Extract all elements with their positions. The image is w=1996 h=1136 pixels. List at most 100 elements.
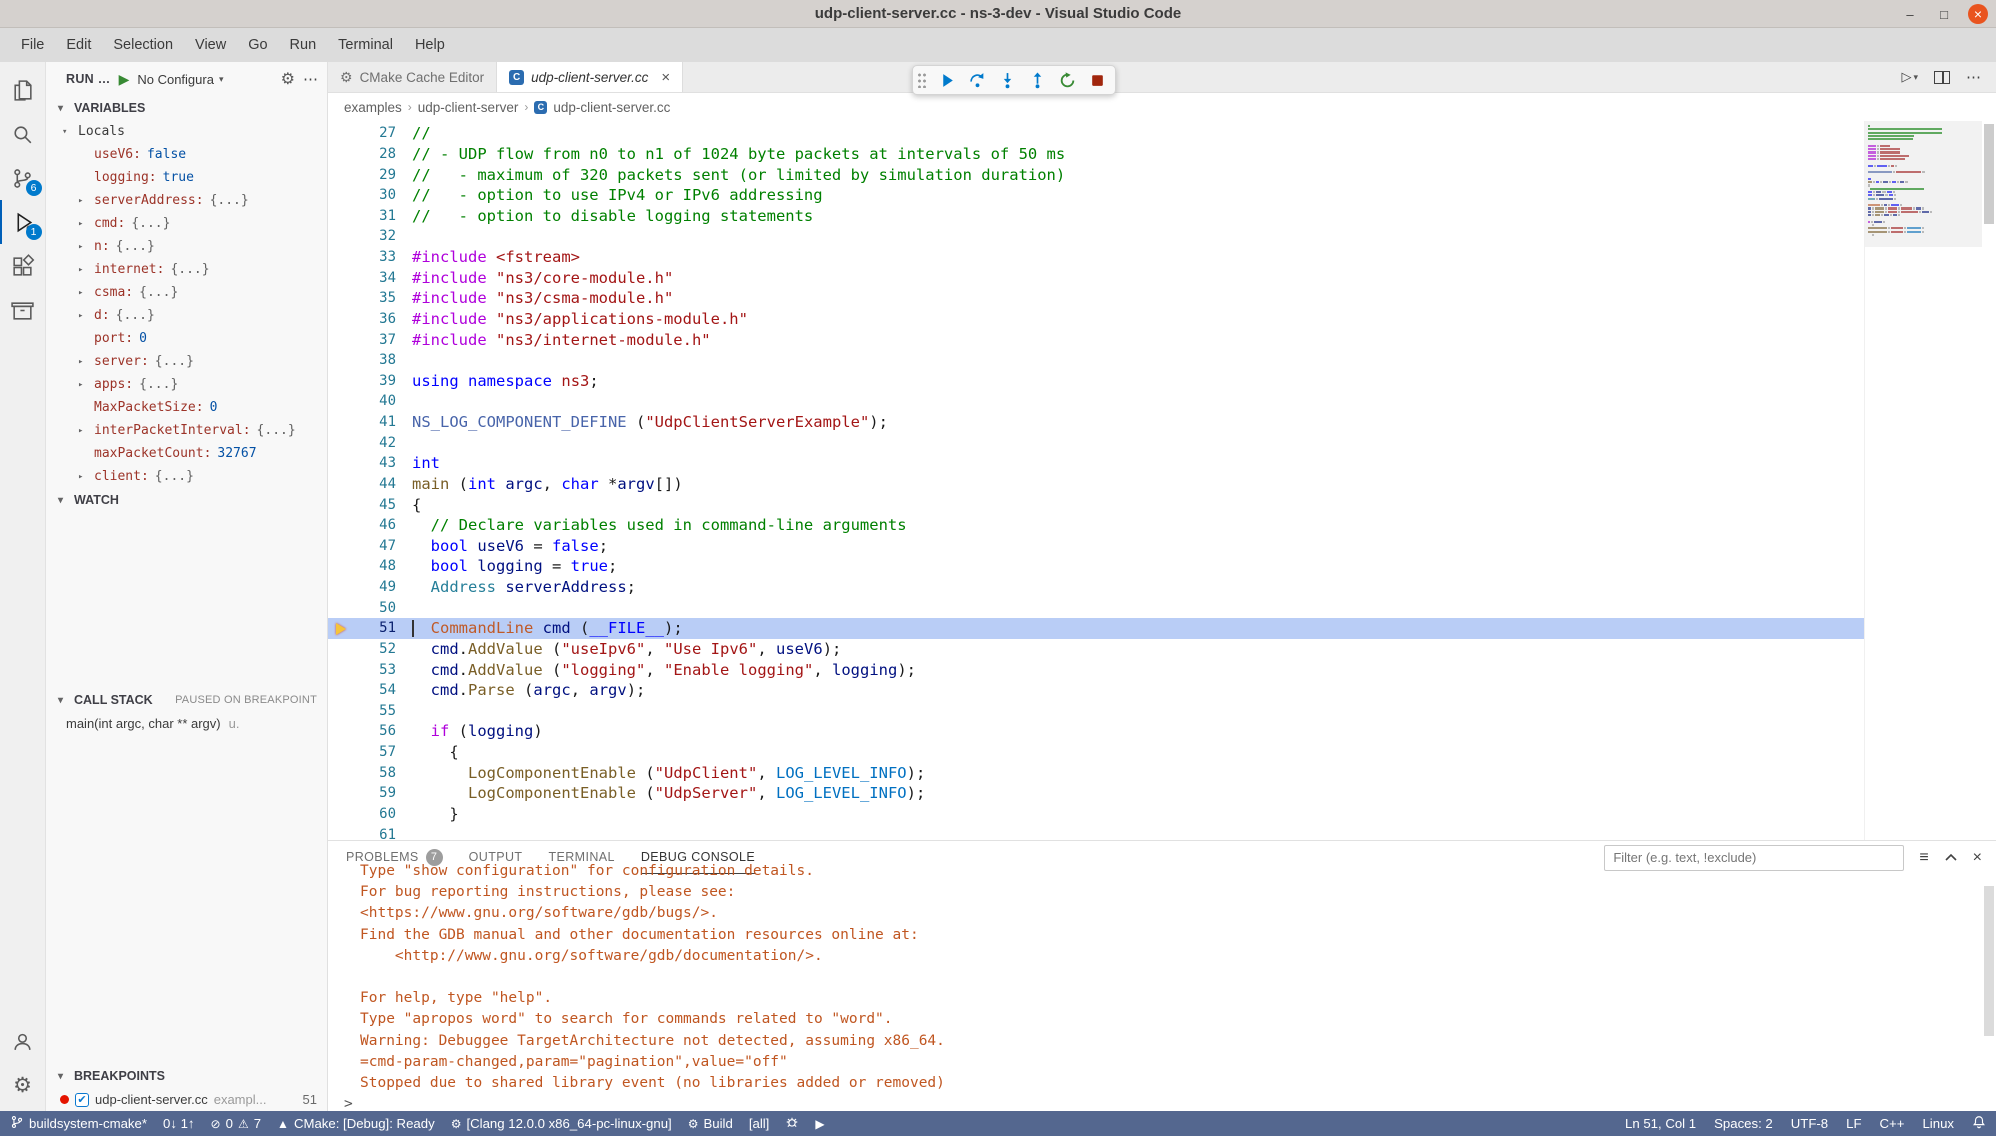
variable-row[interactable]: ▸interPacketInterval:{...} (46, 419, 327, 442)
tab-udp-client-server-cc[interactable]: Cudp-client-server.cc× (497, 62, 683, 92)
breakpoint-gutter[interactable] (328, 474, 354, 495)
line-number[interactable]: 38 (354, 352, 396, 368)
start-debug-icon[interactable]: ▶ (119, 71, 130, 88)
code-line[interactable]: 49 Address serverAddress; (328, 577, 1864, 598)
breakpoint-gutter[interactable] (328, 309, 354, 330)
watch-section-header[interactable]: ▾ WATCH (46, 488, 327, 512)
code-line[interactable]: 27// (328, 123, 1864, 144)
cursor-position-status[interactable]: Ln 51, Col 1 (1625, 1116, 1696, 1131)
code-line[interactable]: 28// - UDP flow from n0 to n1 of 1024 by… (328, 144, 1864, 165)
line-number[interactable]: 29 (354, 167, 396, 183)
maximize-button[interactable]: □ (1934, 4, 1954, 24)
code-line[interactable]: 40 (328, 391, 1864, 412)
cmake-run-button[interactable]: ▶ (815, 1117, 824, 1131)
variable-row[interactable]: ▸internet:{...} (46, 258, 327, 281)
more-editor-actions-icon[interactable]: ⋯ (1966, 68, 1982, 86)
code-line[interactable]: 30// - option to use IPv4 or IPv6 addres… (328, 185, 1864, 206)
breakpoint-gutter[interactable] (328, 247, 354, 268)
variable-row[interactable]: ▸server:{...} (46, 350, 327, 373)
menu-file[interactable]: File (10, 33, 55, 57)
debug-console-output[interactable]: Type "show configuration" for configurat… (328, 861, 1996, 1111)
code-line[interactable]: 29// - maximum of 320 packets sent (or l… (328, 164, 1864, 185)
cmake-build-button[interactable]: ⚙Build (688, 1116, 733, 1131)
tab-cmake-cache-editor[interactable]: ⚙CMake Cache Editor (328, 62, 497, 92)
line-number[interactable]: 56 (354, 723, 396, 739)
line-number[interactable]: 54 (354, 682, 396, 698)
menu-terminal[interactable]: Terminal (327, 33, 404, 57)
variables-section-header[interactable]: ▾ VARIABLES (46, 96, 327, 120)
code-line[interactable]: 57 { (328, 742, 1864, 763)
variable-row[interactable]: ▸apps:{...} (46, 373, 327, 396)
scope-locals[interactable]: ▾ Locals (46, 120, 327, 143)
code-line[interactable]: 50 (328, 597, 1864, 618)
variable-row[interactable]: maxPacketCount:32767 (46, 442, 327, 465)
cmake-debug-button[interactable] (785, 1115, 799, 1132)
breakpoint-gutter[interactable] (328, 432, 354, 453)
line-number[interactable]: 50 (354, 600, 396, 616)
explorer-icon[interactable] (0, 68, 46, 112)
breakpoint-gutter[interactable] (328, 804, 354, 825)
breakpoint-gutter[interactable] (328, 206, 354, 227)
code-line[interactable]: 59 LogComponentEnable ("UdpServer", LOG_… (328, 783, 1864, 804)
code-line[interactable]: 31// - option to disable logging stateme… (328, 206, 1864, 227)
scrollbar-thumb[interactable] (1984, 124, 1994, 224)
line-number[interactable]: 36 (354, 311, 396, 327)
code-line[interactable]: 38 (328, 350, 1864, 371)
breakpoint-gutter[interactable] (328, 597, 354, 618)
breakpoint-gutter[interactable] (328, 618, 354, 639)
console-prompt[interactable]: > (344, 1094, 1996, 1111)
source-control-icon[interactable]: 6 (0, 156, 46, 200)
variable-row[interactable]: ▸client:{...} (46, 465, 327, 488)
code-line[interactable]: 55 (328, 701, 1864, 722)
line-number[interactable]: 37 (354, 332, 396, 348)
menu-help[interactable]: Help (404, 33, 456, 57)
panel-scrollbar-thumb[interactable] (1984, 886, 1994, 1036)
notifications-bell[interactable] (1972, 1115, 1986, 1132)
cmake-target-status[interactable]: [all] (749, 1116, 770, 1131)
code-line[interactable]: 48 bool logging = true; (328, 556, 1864, 577)
breakpoint-gutter[interactable] (328, 536, 354, 557)
breadcrumb-item[interactable]: udp-client-server (418, 100, 519, 115)
minimap-slider[interactable] (1865, 121, 1982, 247)
variable-row[interactable]: ▸csma:{...} (46, 281, 327, 304)
line-number[interactable]: 39 (354, 373, 396, 389)
editor-scrollbar[interactable] (1982, 121, 1996, 840)
configure-gear-icon[interactable]: ⚙ (281, 69, 295, 89)
code-line[interactable]: 43int (328, 453, 1864, 474)
breakpoint-gutter[interactable] (328, 556, 354, 577)
breakpoint-item[interactable]: ✔ udp-client-server.cc exampl... 51 (46, 1088, 327, 1111)
variable-row[interactable]: useV6:false (46, 143, 327, 166)
line-number[interactable]: 46 (354, 517, 396, 533)
breadcrumb-item[interactable]: examples (344, 100, 402, 115)
breakpoint-gutter[interactable] (328, 783, 354, 804)
menu-selection[interactable]: Selection (102, 33, 184, 57)
line-number[interactable]: 35 (354, 290, 396, 306)
extensions-icon[interactable] (0, 244, 46, 288)
line-number[interactable]: 41 (354, 414, 396, 430)
breakpoint-gutter[interactable] (328, 350, 354, 371)
problems-status[interactable]: ⊘0⚠7 (211, 1116, 262, 1131)
split-editor-icon[interactable] (1934, 71, 1950, 84)
breakpoint-gutter[interactable] (328, 123, 354, 144)
debug-config-dropdown[interactable]: No Configura ▾ (137, 72, 223, 87)
line-number[interactable]: 34 (354, 270, 396, 286)
menu-edit[interactable]: Edit (55, 33, 102, 57)
line-number[interactable]: 42 (354, 435, 396, 451)
line-number[interactable]: 33 (354, 249, 396, 265)
line-number[interactable]: 27 (354, 125, 396, 141)
variable-row[interactable]: MaxPacketSize:0 (46, 396, 327, 419)
breakpoint-gutter[interactable] (328, 329, 354, 350)
run-or-debug-button[interactable]: ▷▾ (1901, 69, 1918, 85)
code-line[interactable]: 37#include "ns3/internet-module.h" (328, 329, 1864, 350)
code-line[interactable]: 44main (int argc, char *argv[]) (328, 474, 1864, 495)
line-number[interactable]: 51 (354, 620, 396, 636)
code-line[interactable]: 46 // Declare variables used in command-… (328, 515, 1864, 536)
code-line[interactable]: 34#include "ns3/core-module.h" (328, 267, 1864, 288)
restart-icon[interactable] (1057, 70, 1077, 90)
line-number[interactable]: 48 (354, 558, 396, 574)
code-line[interactable]: 47 bool useV6 = false; (328, 536, 1864, 557)
menu-go[interactable]: Go (237, 33, 278, 57)
continue-icon[interactable] (937, 70, 957, 90)
breakpoint-gutter[interactable] (328, 144, 354, 165)
code-line[interactable]: 60 } (328, 804, 1864, 825)
